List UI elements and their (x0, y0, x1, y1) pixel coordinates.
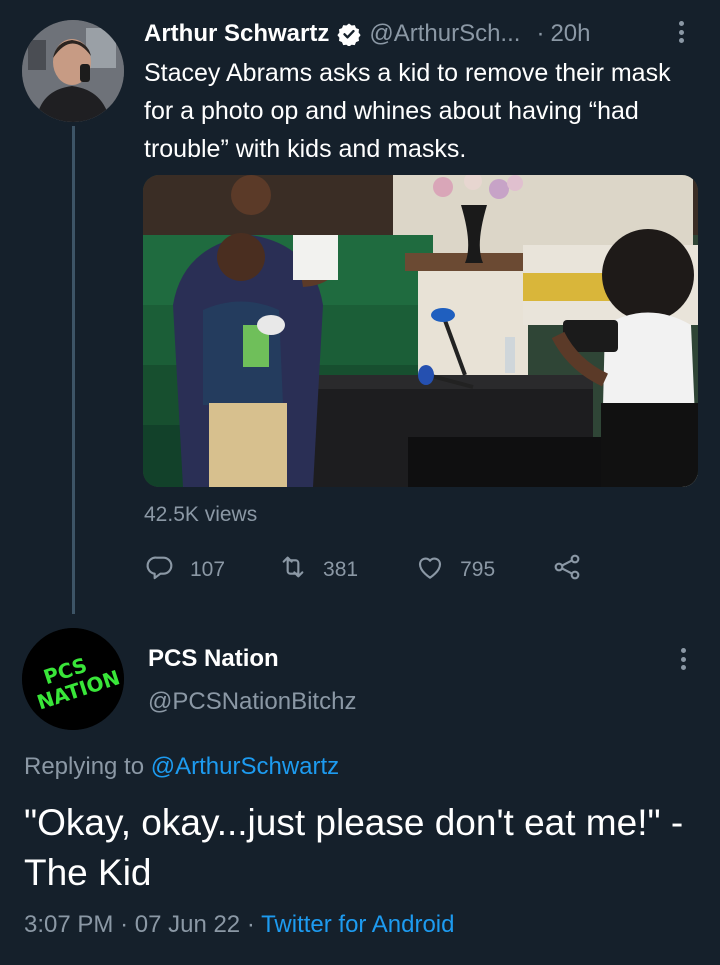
tweet-header: Arthur Schwartz @ArthurSch... · 20h (144, 16, 698, 52)
author-name[interactable]: Arthur Schwartz (144, 20, 329, 48)
reply-author-avatar[interactable]: PCS NATION (22, 628, 124, 730)
reply-author-name[interactable]: PCS Nation (148, 645, 279, 673)
replying-to-line: Replying to @ArthurSchwartz (24, 753, 339, 781)
tweet-meta: 3:07 PM · 07 Jun 22 · Twitter for Androi… (24, 911, 454, 939)
reply-count: 107 (190, 558, 226, 581)
tweet-media-video[interactable] (143, 175, 698, 487)
tweet-text: Stacey Abrams asks a kid to remove their… (144, 59, 671, 163)
tweet-timestamp[interactable]: 3:07 PM (24, 911, 113, 938)
reply-button[interactable]: 107 (144, 551, 225, 589)
meta-separator: · (246, 911, 255, 938)
reply-bubble-icon (144, 551, 176, 589)
retweet-count: 381 (323, 558, 359, 581)
reply-more-options-icon[interactable] (680, 648, 686, 670)
time-separator: · (536, 20, 545, 47)
verified-badge-icon (337, 22, 361, 46)
reply-author-handle[interactable]: @PCSNationBitchz (148, 688, 356, 716)
author-avatar[interactable] (22, 20, 124, 122)
tweet-source-link[interactable]: Twitter for Android (261, 911, 454, 938)
share-icon (551, 551, 583, 589)
reply-tweet-text: "Okay, okay...just please don't eat me!"… (24, 802, 684, 893)
replying-prefix: Replying to (24, 753, 145, 780)
meta-separator: · (120, 911, 129, 938)
share-button[interactable] (551, 551, 583, 589)
like-count: 795 (460, 558, 496, 581)
thread-connector-line (72, 126, 75, 614)
retweet-icon (277, 551, 309, 589)
author-handle[interactable]: @ArthurSch... (369, 20, 520, 48)
tweet-date[interactable]: 07 Jun 22 (135, 911, 240, 938)
like-button[interactable]: 795 (414, 551, 495, 589)
heart-icon (414, 551, 446, 589)
tweet-actions-bar: 107 381 795 (144, 550, 583, 590)
more-options-icon[interactable] (678, 21, 684, 43)
retweet-button[interactable]: 381 (277, 551, 358, 589)
replying-to-mention-link[interactable]: @ArthurSchwartz (151, 753, 339, 780)
view-count: 42.5K views (144, 503, 258, 526)
tweet-thread: Arthur Schwartz @ArthurSch... · 20h Stac… (0, 0, 720, 965)
tweet-time[interactable]: 20h (550, 20, 590, 48)
